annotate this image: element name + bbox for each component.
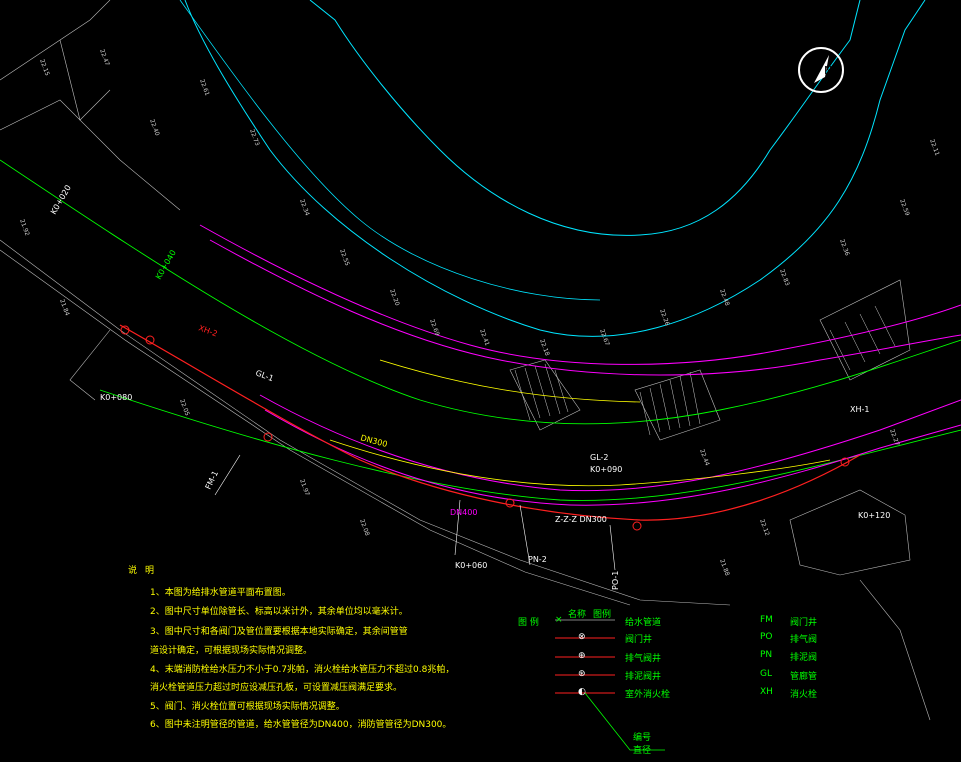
legend-code: XH: [760, 687, 773, 697]
note-line: 2、图中尺寸单位除管长、标高以米计外，其余单位均以毫米计。: [150, 607, 408, 617]
north-label: N: [824, 64, 832, 77]
legend-header-symbol: 名称: [568, 610, 587, 620]
legend-code: PO: [760, 632, 773, 642]
legend-header-name: 图例: [593, 610, 612, 620]
legend-code: PN: [760, 650, 773, 660]
legend-leader-label: 编号: [633, 733, 652, 743]
note-line: 1、本图为给排水管道平面布置图。: [150, 588, 291, 598]
legend-item-name: 排泥阀井: [625, 672, 662, 682]
legend-code: FM: [760, 615, 773, 625]
legend-code-name: 排气阀: [790, 635, 818, 645]
note-line: 消火栓管道压力超过时应设减压孔板，可设置减压阀满足要求。: [150, 683, 403, 693]
legend-code-name: 管廊管: [790, 672, 818, 682]
note-line: 3、图中尺寸和各阀门及管位置要根据本地实际确定，其余间管管: [150, 627, 408, 637]
note-line: 4、末端消防栓给水压力不小于0.7兆帕，消火栓给水管压力不超过0.8兆帕，: [150, 665, 455, 675]
legend-item-name: 阀门井: [625, 635, 653, 645]
note-line: 道设计确定，可根据现场实际情况调整。: [150, 646, 313, 656]
note-line: 5、阀门、消火栓位置可根据现场实际情况调整。: [150, 702, 345, 712]
station-label: K0+080: [100, 393, 132, 402]
legend-title: 图 例: [518, 618, 539, 628]
legend-item-name: 室外消火栓: [625, 690, 671, 700]
legend-item-name: 给水管道: [625, 618, 662, 628]
pipe-size-label: DN400: [450, 508, 477, 517]
notes-title: 说明: [128, 566, 163, 576]
note-line: 6、图中未注明管径的管道，给水管管径为DN400，消防管管径为DN300。: [150, 720, 452, 730]
legend-symbol: ×: [555, 615, 563, 625]
legend-code: GL: [760, 669, 772, 679]
legend-code-name: 消火栓: [790, 690, 818, 700]
legend-symbol: ⊕: [578, 651, 586, 661]
pipe-label: XH-1: [850, 405, 869, 414]
north-arrow: N: [796, 45, 846, 95]
legend: 图 例 名称 图例 × 给水管道 ⊗ 阀门井 ⊕ 排气阀井 ⊛ 排泥阀井 ◐ 室…: [515, 607, 955, 757]
legend-symbol: ◐: [578, 687, 586, 697]
legend-leader-label: 直径: [633, 746, 652, 756]
pipe-label: PO-1: [611, 571, 620, 590]
station-label: K0+060: [455, 561, 487, 570]
legend-symbol: ⊛: [578, 669, 586, 679]
station-label: K0+090: [590, 465, 622, 474]
legend-item-name: 排气阀井: [625, 654, 662, 664]
pipe-label: GL-2: [590, 453, 609, 462]
station-label: K0+120: [858, 511, 890, 520]
legend-symbol: ⊗: [578, 632, 586, 642]
pipe-label: PN-2: [528, 555, 547, 564]
legend-code-name: 排泥阀: [790, 653, 818, 663]
legend-code-name: 阀门井: [790, 618, 818, 628]
pipe-size-label: Z-Z-Z DN300: [555, 515, 607, 524]
